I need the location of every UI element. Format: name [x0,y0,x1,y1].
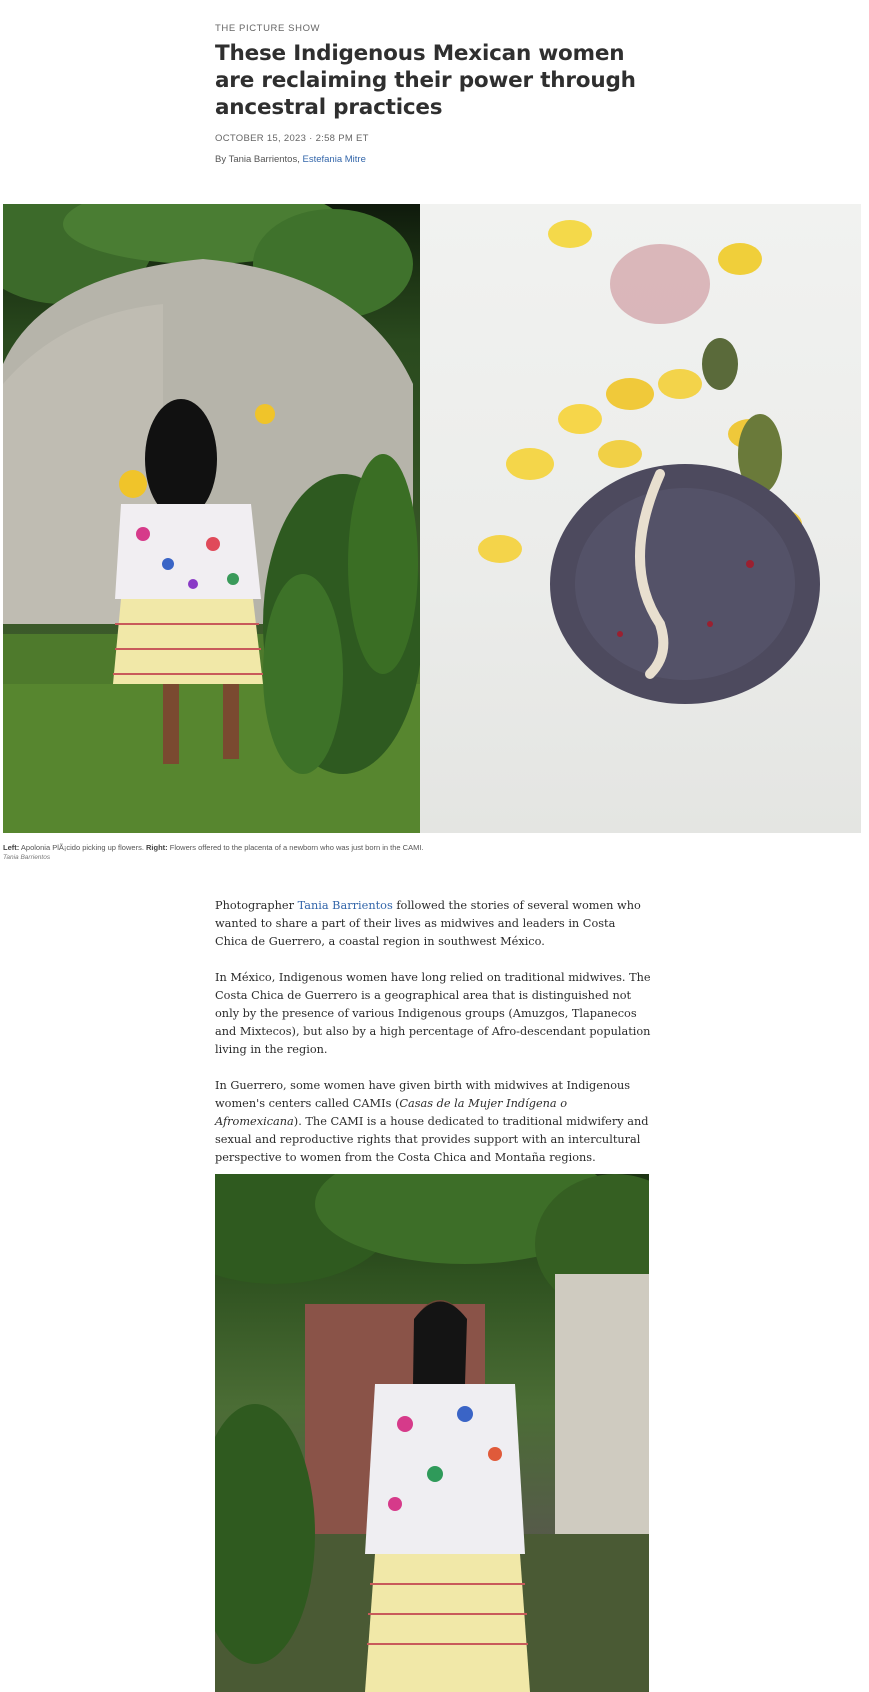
placenta-flowers-photo [420,204,861,833]
caption-right-text: Flowers offered to the placenta of a new… [167,843,424,852]
paragraph-1: Photographer Tania Barrientos followed t… [215,897,651,951]
midwife-portrait-illustration [215,1174,649,1692]
article-body: Photographer Tania Barrientos followed t… [215,897,651,1185]
woman-picking-flowers-illustration [3,204,420,833]
author-2-link[interactable]: Estefania Mitre [303,154,366,165]
paragraph-2: In México, Indigenous women have long re… [215,971,651,1056]
photographer-link[interactable]: Tania Barrientos [298,899,393,912]
placenta-flowers-illustration [478,220,820,704]
woman-picking-flowers-photo [3,204,420,833]
paragraph-3: In Guerrero, some women have given birth… [215,1077,651,1167]
lead-image-caption: Left: Apolonia PlÃ¡cido picking up flowe… [3,842,863,853]
dateline: OCTOBER 15, 2023 · 2:58 PM ET [215,133,369,144]
headline: These Indigenous Mexican women are recla… [215,41,636,120]
lead-image-diptych[interactable] [3,204,861,833]
caption-left-label: Left: [3,843,20,852]
p1-text-before: Photographer [215,899,298,912]
midwife-portrait-photo[interactable] [215,1174,649,1692]
photo-credit: Tania Barrientos [3,854,51,861]
caption-left-text: Apolonia PlÃ¡cido picking up flowers. [19,843,146,852]
caption-right-label: Right: [146,843,168,852]
byline: By Tania Barrientos, Estefania Mitre [215,154,366,165]
author-1: Tania Barrientos [228,154,298,165]
section-label[interactable]: THE PICTURE SHOW [215,23,320,34]
byline-prefix: By [215,154,229,165]
